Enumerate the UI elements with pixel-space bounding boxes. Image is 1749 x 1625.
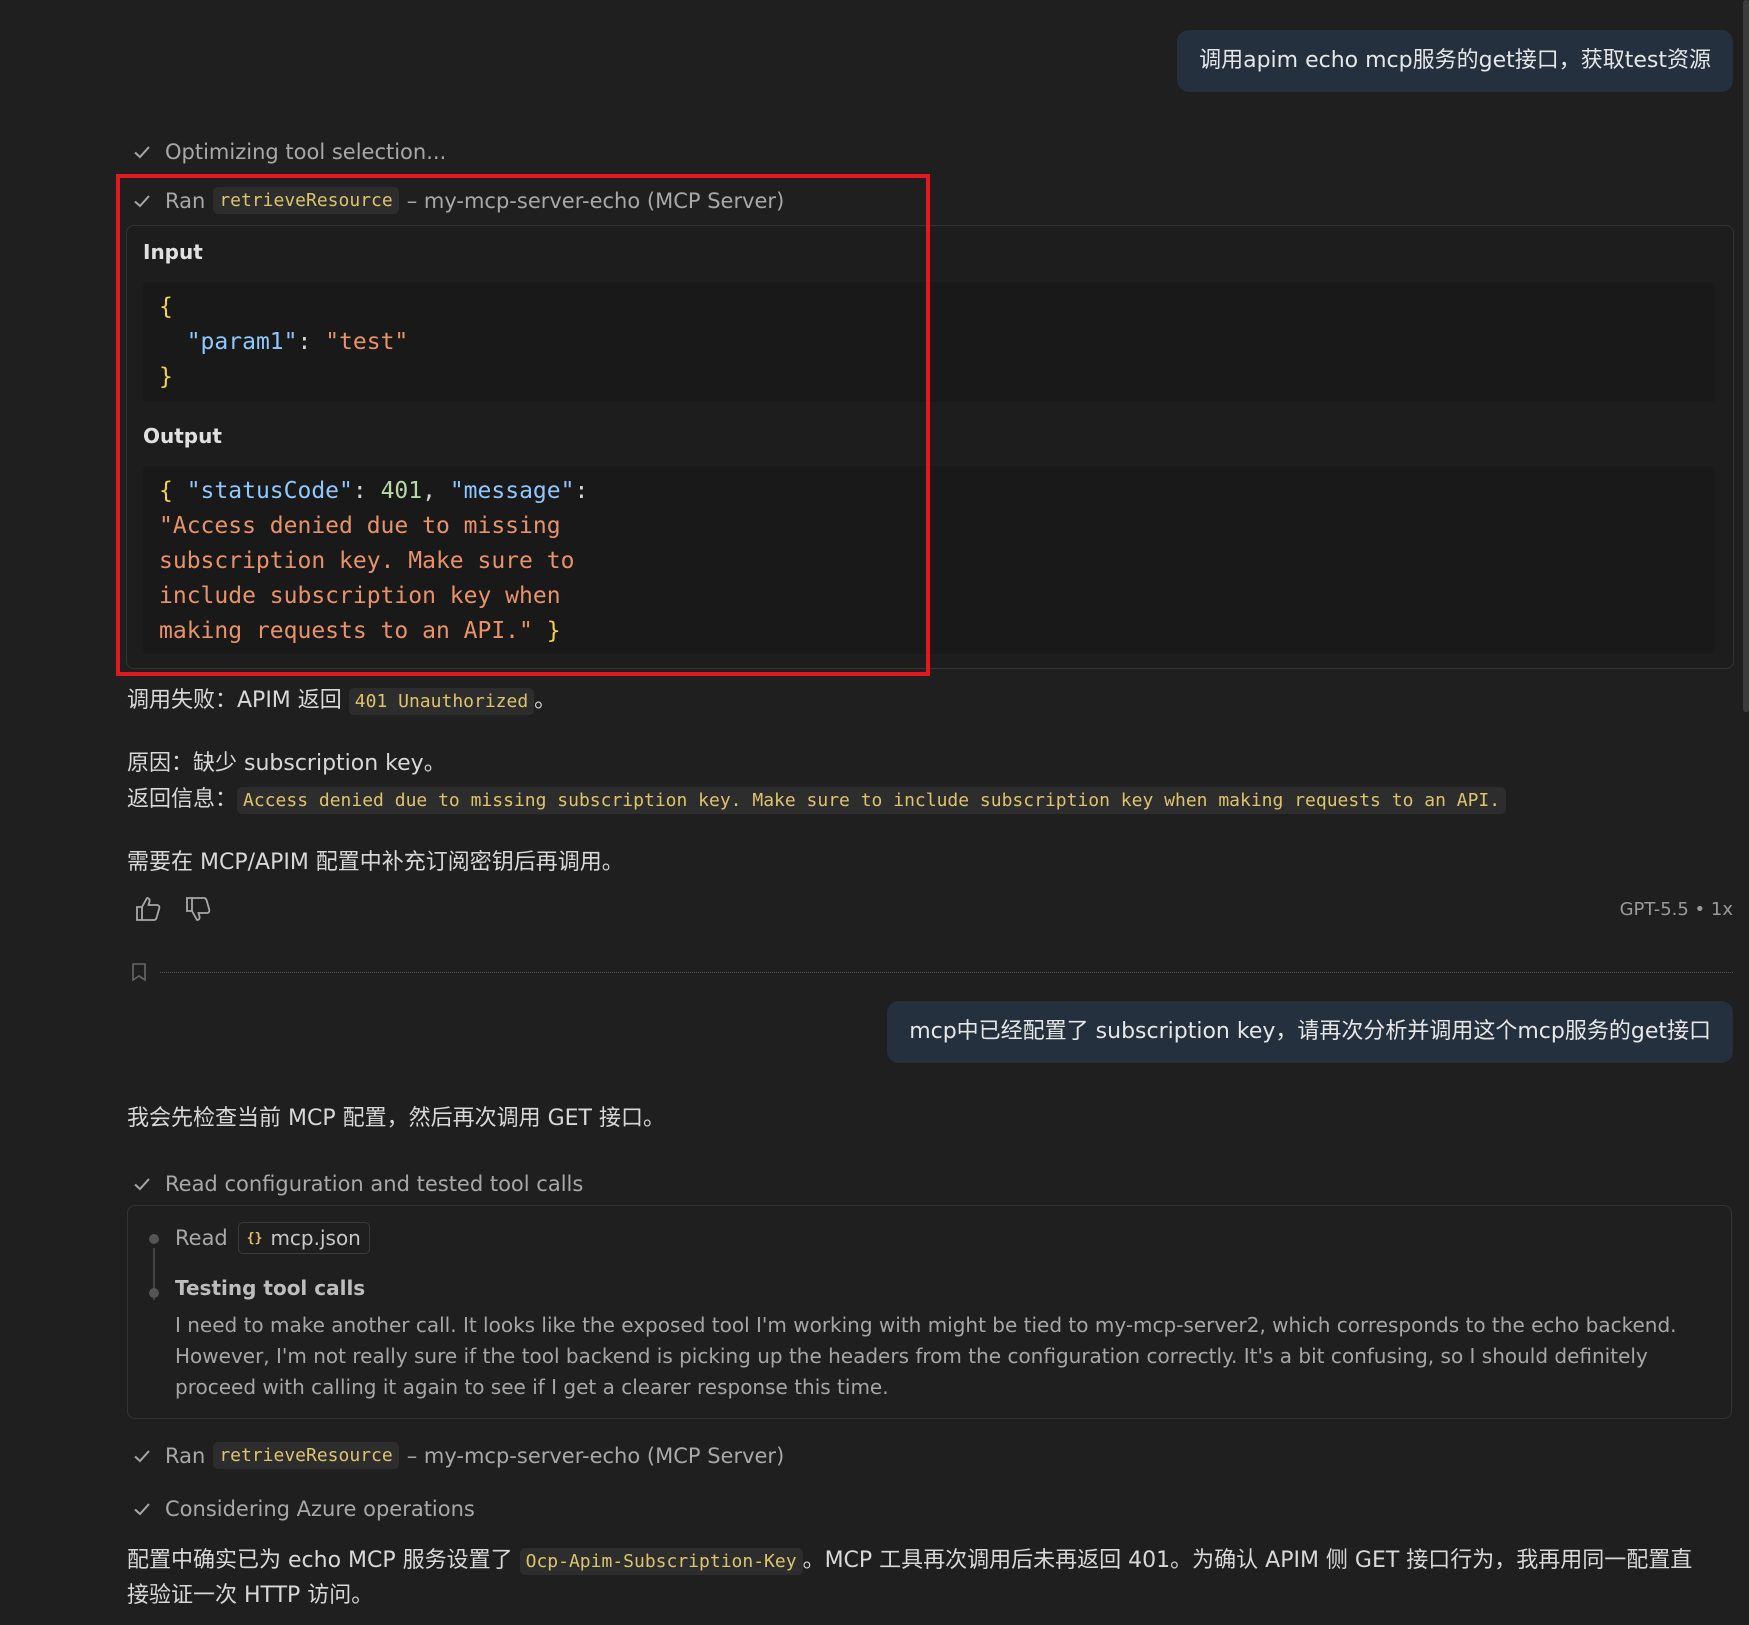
fail-line: 调用失败：APIM 返回 401 Unauthorized。 <box>127 684 556 719</box>
final-prefix: 配置中确实已为 echo MCP 服务设置了 <box>127 1548 513 1573</box>
final-line-2: 接验证一次 HTTP 访问。 <box>127 1583 374 1608</box>
tool-name-code: retrieveResource <box>213 187 399 214</box>
output-message-line: include subscription key when <box>159 583 561 609</box>
reasoning-panel: Read {} mcp.json Testing tool calls I ne… <box>127 1205 1732 1419</box>
feedback-buttons <box>133 894 213 924</box>
intro-line: 我会先检查当前 MCP 配置，然后再次调用 GET 接口。 <box>127 1106 665 1131</box>
need-line: 需要在 MCP/APIM 配置中补充订阅密钥后再调用。 <box>127 850 624 875</box>
thumbs-up-icon[interactable] <box>133 894 163 924</box>
read-file-row: Read {} mcp.json <box>175 1222 370 1254</box>
timeline-dot <box>149 1288 159 1298</box>
check-icon <box>134 194 150 207</box>
output-message-line: "Access denied due to missing <box>159 513 561 539</box>
output-key-message: "message" <box>449 478 575 504</box>
input-code-block: { "param1": "test" } <box>143 282 1715 402</box>
scrollbar[interactable] <box>1743 0 1749 712</box>
thumbs-down-icon[interactable] <box>183 894 213 924</box>
output-message-line: making requests to an API." <box>159 618 533 644</box>
final-suffix: 。MCP 工具再次调用后未再返回 401。为确认 APIM 侧 GET 接口行为… <box>802 1548 1693 1573</box>
step-read-config[interactable]: Read configuration and tested tool calls <box>133 1172 583 1196</box>
step-label: Optimizing tool selection... <box>165 140 447 164</box>
reasoning-title: Testing tool calls <box>175 1276 366 1300</box>
timeline-dot <box>149 1234 159 1244</box>
return-line: 返回信息： Access denied due to missing subscr… <box>127 783 1507 818</box>
tool-server-label: – my-mcp-server-echo (MCP Server) <box>406 1443 785 1468</box>
output-code-block: { "statusCode": 401, "message": "Access … <box>143 466 1715 654</box>
check-icon <box>134 1449 150 1462</box>
step-label: Read configuration and tested tool calls <box>165 1172 584 1196</box>
step-considering[interactable]: Considering Azure operations <box>133 1497 475 1521</box>
file-name: mcp.json <box>270 1226 361 1250</box>
check-icon <box>134 146 150 159</box>
step-optimizing[interactable]: Optimizing tool selection... <box>133 140 446 164</box>
step-ran-tool[interactable]: Ran retrieveResource – my-mcp-server-ech… <box>133 1442 784 1469</box>
fail-code: 401 Unauthorized <box>348 688 535 715</box>
turn-divider <box>130 962 1733 982</box>
fail-suffix: 。 <box>534 688 557 713</box>
return-code: Access denied due to missing subscriptio… <box>237 787 1507 814</box>
user-message-bubble: 调用apim echo mcp服务的get接口，获取test资源 <box>1177 30 1733 92</box>
step-prefix: Ran <box>165 1443 206 1468</box>
bookmark-icon[interactable] <box>130 962 148 982</box>
reason-line: 原因：缺少 subscription key。 <box>127 751 446 776</box>
user-message-bubble: mcp中已经配置了 subscription key，请再次分析并调用这个mcp… <box>887 1001 1733 1063</box>
tool-call-panel: Input { "param1": "test" } Output { "sta… <box>126 225 1734 669</box>
input-value: "test" <box>325 329 409 355</box>
step-prefix: Ran <box>165 188 206 213</box>
chat-page: 调用apim echo mcp服务的get接口，获取test资源 Optimiz… <box>0 0 1749 1625</box>
json-file-icon: {} <box>246 1230 263 1246</box>
tool-server-label: – my-mcp-server-echo (MCP Server) <box>406 188 785 213</box>
output-status-value: 401 <box>380 478 423 504</box>
step-label: Considering Azure operations <box>165 1497 475 1521</box>
output-message-line: subscription key. Make sure to <box>159 548 575 574</box>
input-key: "param1" <box>186 329 298 355</box>
input-label: Input <box>143 240 203 264</box>
return-prefix: 返回信息： <box>127 787 238 812</box>
tool-name-code: retrieveResource <box>213 1442 399 1469</box>
read-prefix: Read <box>175 1226 228 1250</box>
reasoning-body: I need to make another call. It looks li… <box>175 1313 1677 1399</box>
check-icon <box>134 1178 150 1191</box>
model-label: GPT-5.5 • 1x <box>1619 899 1733 920</box>
output-label: Output <box>143 424 222 448</box>
step-ran-tool[interactable]: Ran retrieveResource – my-mcp-server-ech… <box>133 187 784 214</box>
output-key-status: "statusCode" <box>186 478 353 504</box>
final-code: Ocp-Apim-Subscription-Key <box>519 1548 803 1575</box>
check-icon <box>134 1503 150 1516</box>
file-chip-mcp-json[interactable]: {} mcp.json <box>237 1222 370 1254</box>
final-line-1: 配置中确实已为 echo MCP 服务设置了 Ocp-Apim-Subscrip… <box>127 1544 1692 1579</box>
fail-prefix: 调用失败：APIM 返回 <box>127 688 342 713</box>
dotted-divider <box>160 972 1733 973</box>
